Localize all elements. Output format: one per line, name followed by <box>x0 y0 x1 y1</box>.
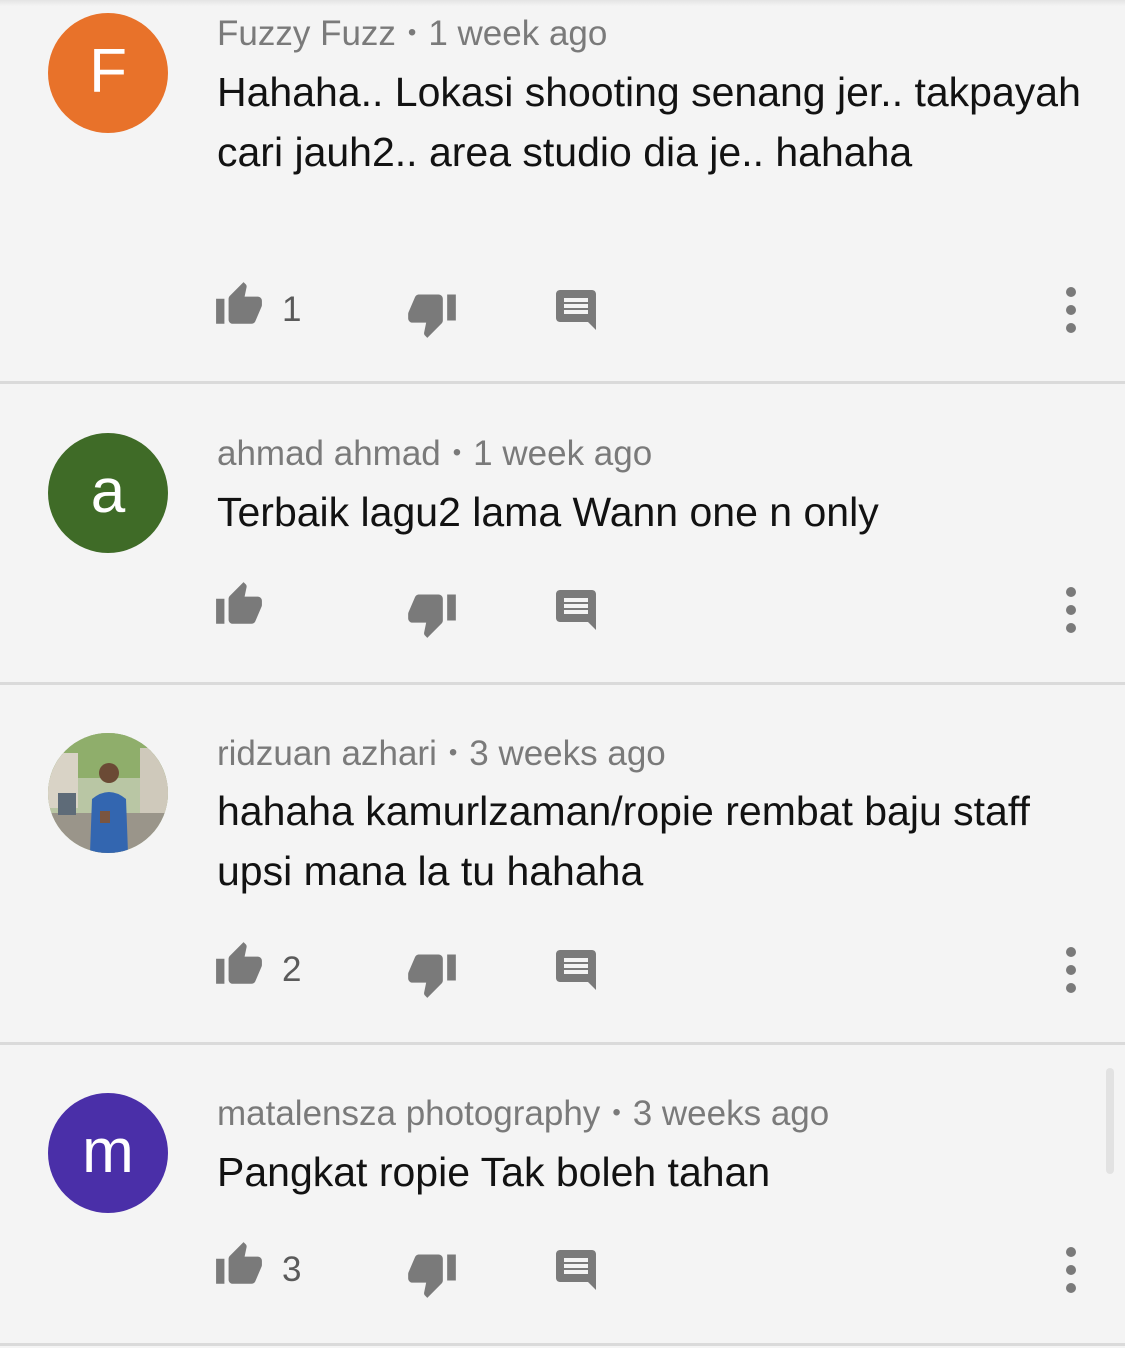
comment-time: 3 weeks ago <box>469 734 666 773</box>
comment-item: m matalensza photography • 3 weeks ago Pan… <box>0 1045 1125 1346</box>
comment-text: hahaha kamurlzaman/ropie rembat baju sta… <box>217 788 1030 894</box>
comment-author[interactable]: Fuzzy Fuzz <box>217 14 396 53</box>
thumb-up-icon <box>214 1240 264 1290</box>
reply-comment-icon <box>552 946 600 994</box>
avatar-letter: F <box>89 37 127 106</box>
dislike-button[interactable] <box>406 588 458 648</box>
thumb-up-icon <box>214 280 264 330</box>
like-button[interactable] <box>214 280 264 340</box>
comment-meta: matalensza photography • 3 weeks ago <box>217 1094 829 1136</box>
avatar-letter: m <box>82 1117 134 1186</box>
more-vertical-icon <box>1066 587 1076 633</box>
reply-button[interactable] <box>552 1246 600 1306</box>
more-options-button[interactable] <box>1046 940 1096 1000</box>
comment-author[interactable]: matalensza photography <box>217 1094 600 1133</box>
comment-time: 3 weeks ago <box>632 1094 830 1133</box>
like-button[interactable] <box>214 580 264 640</box>
reply-comment-icon <box>552 1246 600 1294</box>
comment-text: Pangkat ropie Tak boleh tahan <box>217 1149 771 1195</box>
thumb-down-icon <box>406 288 458 340</box>
more-options-button[interactable] <box>1046 1240 1096 1300</box>
dislike-button[interactable] <box>406 1248 458 1308</box>
comment-item: F Fuzzy Fuzz • 1 week ago Hahaha.. Lokasi … <box>0 0 1125 384</box>
profile-photo <box>48 733 168 853</box>
meta-separator: • <box>452 438 462 466</box>
reply-comment-icon <box>552 286 600 334</box>
comment-actions: 2 <box>0 940 1125 1000</box>
like-button[interactable] <box>214 940 264 1000</box>
reply-button[interactable] <box>552 586 600 646</box>
comment-time: 1 week ago <box>473 434 653 473</box>
comment-actions <box>0 580 1125 640</box>
reply-button[interactable] <box>552 946 600 1006</box>
more-vertical-icon <box>1066 1247 1076 1293</box>
like-count: 1 <box>282 290 302 329</box>
comment-list: F Fuzzy Fuzz • 1 week ago Hahaha.. Lokasi … <box>0 0 1125 1348</box>
comment-time: 1 week ago <box>428 14 608 53</box>
avatar[interactable] <box>48 733 168 853</box>
comment-text: Terbaik lagu2 lama Wann one n only <box>217 489 879 535</box>
comment-actions: 1 <box>0 280 1125 340</box>
comment-meta: Fuzzy Fuzz • 1 week ago <box>217 14 607 56</box>
dislike-button[interactable] <box>406 948 458 1008</box>
more-options-button[interactable] <box>1046 280 1096 340</box>
comment-author[interactable]: ahmad ahmad <box>217 434 441 473</box>
more-vertical-icon <box>1066 947 1076 993</box>
comment-meta: ridzuan azhari • 3 weeks ago <box>217 734 666 776</box>
thumb-down-icon <box>406 588 458 640</box>
avatar[interactable]: F <box>48 13 168 133</box>
more-options-button[interactable] <box>1046 580 1096 640</box>
thumb-down-icon <box>406 948 458 1000</box>
meta-separator: • <box>612 1098 621 1126</box>
avatar[interactable]: m <box>48 1093 168 1213</box>
reply-button[interactable] <box>552 286 600 346</box>
comment-author[interactable]: ridzuan azhari <box>217 734 437 773</box>
comment-text: Hahaha.. Lokasi shooting senang jer.. ta… <box>217 69 1081 175</box>
meta-separator: • <box>407 18 417 46</box>
thumb-up-icon <box>214 940 264 990</box>
thumb-up-icon <box>214 580 264 630</box>
dislike-button[interactable] <box>406 288 458 348</box>
comment-meta: ahmad ahmad • 1 week ago <box>217 434 652 476</box>
thumb-down-icon <box>406 1248 458 1300</box>
comment-item: ridzuan azhari • 3 weeks ago hahaha kamurl… <box>0 685 1125 1045</box>
more-vertical-icon <box>1066 287 1076 333</box>
scrollbar[interactable] <box>1106 1068 1114 1174</box>
like-button[interactable] <box>214 1240 264 1300</box>
meta-separator: • <box>448 738 458 766</box>
reply-comment-icon <box>552 586 600 634</box>
comment-item: a ahmad ahmad • 1 week ago Terbaik lagu2 l… <box>0 384 1125 685</box>
comment-actions: 3 <box>0 1240 1125 1300</box>
like-count: 3 <box>282 1250 302 1289</box>
avatar-letter: a <box>90 457 126 526</box>
avatar[interactable]: a <box>48 433 168 553</box>
like-count: 2 <box>282 950 302 989</box>
